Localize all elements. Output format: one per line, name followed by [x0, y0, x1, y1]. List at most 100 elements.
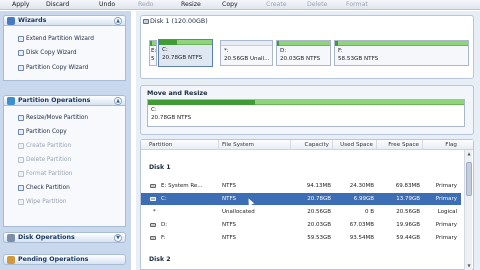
resize-icon: [18, 115, 24, 121]
collapse-icon[interactable]: ▲: [114, 97, 122, 105]
wizard-icon: [7, 17, 15, 25]
check-partition-item[interactable]: Check Partition: [18, 183, 70, 193]
cell-partition: *: [153, 209, 156, 215]
cell-capacity: 20.03GB: [307, 222, 331, 228]
partition-label: C:: [151, 107, 157, 113]
resize-button[interactable]: Resize: [181, 0, 201, 10]
usage-fill: [277, 41, 279, 46]
format-button[interactable]: Format: [346, 0, 368, 10]
pending-icon: [7, 256, 15, 264]
apply-button[interactable]: Apply: [12, 0, 29, 10]
table-row[interactable]: D: NTFS 20.03GB 67.03MB 19.96GB Primary: [141, 219, 461, 231]
column-flag[interactable]: Flag: [423, 140, 463, 150]
item-label: Format Partition: [26, 171, 73, 177]
usage-bar: [221, 41, 272, 46]
drive-icon: [150, 197, 156, 201]
wipe-partition-item[interactable]: Wipe Partition: [18, 197, 67, 207]
wizards-panel: Extend Partition Wizard Disk Copy Wizard…: [3, 26, 126, 81]
partition-block-unallocated[interactable]: *: 20.56GB Unall...: [220, 40, 273, 66]
partition-block-c[interactable]: C: 20.78GB NTFS: [158, 39, 213, 67]
check-icon: [18, 185, 24, 191]
create-button[interactable]: Create: [266, 0, 287, 10]
create-partition-item[interactable]: Create Partition: [18, 141, 71, 151]
partition-copy-wizard-item[interactable]: Partition Copy Wizard: [18, 63, 88, 73]
cell-flag: Logical: [437, 209, 457, 215]
cell-free: 19.96GB: [396, 222, 420, 228]
cell-used: 67.03MB: [349, 222, 374, 228]
delete-button[interactable]: Delete: [307, 0, 327, 10]
delete-partition-item[interactable]: Delete Partition: [18, 155, 71, 165]
partition-size: 20.56GB Unall...: [224, 56, 270, 62]
cell-flag: Primary: [435, 196, 457, 202]
drive-icon: [150, 236, 156, 240]
usage-fill: [150, 41, 152, 46]
cell-file-system: NTFS: [222, 196, 237, 202]
wizards-panel-header[interactable]: Wizards ▲: [3, 15, 126, 26]
group-disk-1: Disk 1: [149, 164, 171, 171]
usage-bar: [335, 41, 468, 46]
partition-operations-panel: Resize/Move Partition Partition Copy Cre…: [3, 106, 126, 227]
column-capacity[interactable]: Capacity: [291, 140, 333, 150]
partition-table: Partition File System Capacity Used Spac…: [140, 139, 474, 270]
partition-block-e[interactable]: E: 5: [149, 40, 157, 66]
table-row[interactable]: E: System Re... NTFS 94.13MB 24.30MB 69.…: [141, 180, 461, 192]
table-scrollbar[interactable]: ▲ ▼: [464, 150, 472, 270]
extend-partition-wizard-item[interactable]: Extend Partition Wizard: [18, 34, 94, 44]
partition-label: C:: [162, 47, 168, 53]
usage-fill: [335, 41, 338, 46]
copy-button[interactable]: Copy: [222, 0, 238, 10]
table-row[interactable]: * Unallocated 20.56GB 0 B 20.56GB Logica…: [141, 206, 461, 218]
cell-partition: D:: [161, 222, 168, 228]
column-used-space[interactable]: Used Space: [333, 140, 377, 150]
undo-button[interactable]: Undo: [99, 0, 115, 10]
disk-map-panel: Disk 1 (120.00GB) E: 5 C: 20.78GB NTFS *…: [140, 15, 474, 79]
partition-size: 20.78GB NTFS: [151, 115, 192, 121]
sidebar: Wizards ▲ Extend Partition Wizard Disk C…: [0, 11, 131, 270]
table-row-selected[interactable]: C: NTFS 20.78GB 6.99GB 13.79GB Primary: [141, 193, 461, 206]
scroll-thumb[interactable]: [466, 162, 472, 196]
pending-operations-title: Pending Operations: [18, 256, 89, 263]
collapse-icon[interactable]: ▲: [114, 17, 122, 25]
item-label: Wipe Partition: [26, 199, 67, 205]
disk-copy-wizard-item[interactable]: Disk Copy Wizard: [18, 48, 77, 58]
redo-button[interactable]: Redo: [138, 0, 154, 10]
scroll-down-icon[interactable]: ▼: [466, 263, 472, 269]
mouse-cursor-icon: [245, 197, 255, 206]
cell-capacity: 59.53GB: [307, 235, 331, 241]
usage-fill: [159, 40, 178, 45]
partition-block-d[interactable]: D: 20.03GB NTFS: [276, 40, 331, 66]
cell-file-system: NTFS: [222, 235, 237, 241]
item-label: Resize/Move Partition: [26, 115, 89, 121]
column-free-space[interactable]: Free Space: [377, 140, 423, 150]
cell-free: 20.56GB: [396, 209, 420, 215]
partition-block-f[interactable]: F: 58.53GB NTFS: [334, 40, 469, 66]
cell-partition: F:: [161, 235, 166, 241]
column-file-system[interactable]: File System: [219, 140, 291, 150]
partition-operations-panel-header[interactable]: Partition Operations ▲: [3, 95, 126, 106]
resize-partition-block[interactable]: C: 20.78GB NTFS: [147, 99, 465, 127]
disk-icon: [143, 19, 149, 24]
partition-size: 5: [151, 56, 155, 62]
usage-fill: [148, 100, 256, 105]
column-partition[interactable]: Partition: [141, 140, 219, 150]
partition-label: E:: [151, 48, 157, 54]
scroll-up-icon[interactable]: ▲: [466, 151, 472, 157]
copy-icon: [18, 129, 24, 135]
format-partition-item[interactable]: Format Partition: [18, 169, 73, 179]
cell-capacity: 20.56GB: [307, 209, 331, 215]
cell-used: 0 B: [364, 209, 374, 215]
resize-move-partition-item[interactable]: Resize/Move Partition: [18, 113, 89, 123]
pending-operations-panel-header[interactable]: Pending Operations: [3, 254, 126, 265]
partition-label: F:: [338, 48, 343, 54]
partition-copy-item[interactable]: Partition Copy: [18, 127, 67, 137]
main-area: Disk 1 (120.00GB) E: 5 C: 20.78GB NTFS *…: [136, 11, 480, 270]
disk-operations-panel-header[interactable]: Disk Operations ▼: [3, 232, 126, 243]
discard-button[interactable]: Discard: [46, 0, 69, 10]
partition-label: D:: [280, 48, 287, 54]
expand-icon[interactable]: ▼: [114, 234, 122, 242]
cell-flag: Primary: [435, 222, 457, 228]
partition-size: 58.53GB NTFS: [338, 56, 379, 62]
table-row[interactable]: F: NTFS 59.53GB 93.54MB 59.44GB Primary: [141, 232, 461, 244]
format-icon: [18, 171, 24, 177]
disk-copy-icon: [18, 50, 24, 56]
